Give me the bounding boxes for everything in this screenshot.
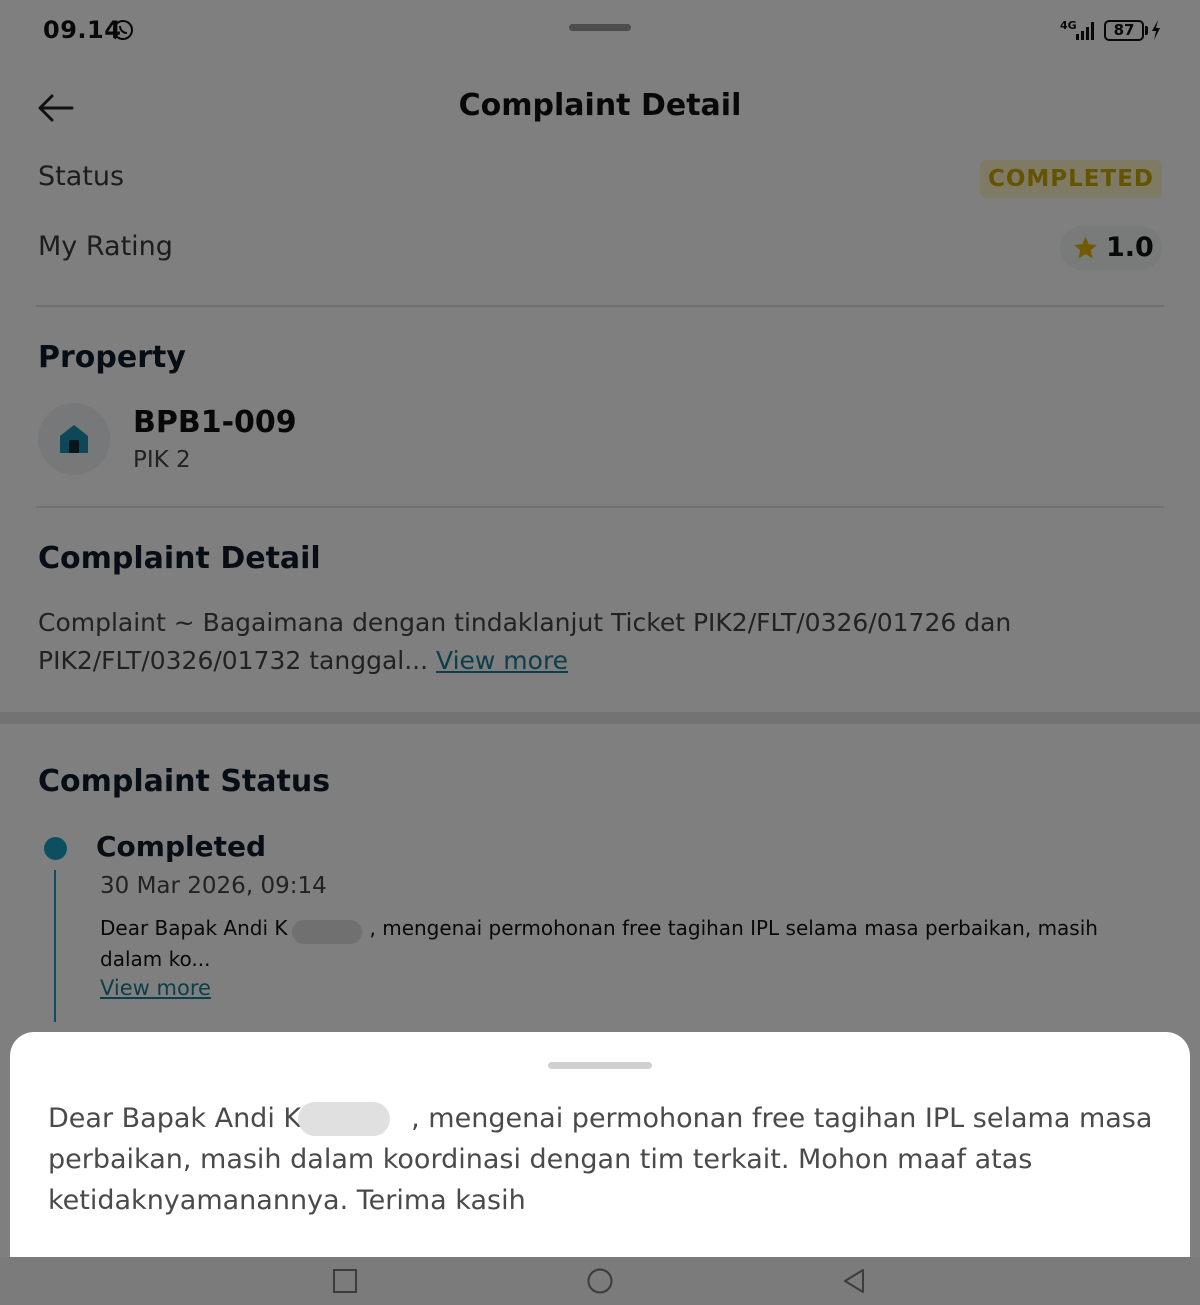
property-avatar [38,403,110,475]
status-label: Status [38,161,125,192]
status-bar: 09.14 4G 87 [0,0,1200,60]
timeline-message: Dear Bapak Andi K, mengenai permohonan f… [100,913,1140,975]
notch-pill [569,24,631,31]
view-more-link[interactable]: View more [436,646,568,675]
house-icon [60,425,88,453]
complaint-status-section-title: Complaint Status [38,764,331,799]
timeline-line [54,870,56,1022]
timeline-dot [44,837,67,860]
bottom-sheet: Dear Bapak Andi K, mengenai permohonan f… [10,1032,1190,1262]
rating-label: My Rating [38,231,173,262]
back-nav-icon[interactable] [842,1268,868,1294]
sheet-message: Dear Bapak Andi K, mengenai permohonan f… [48,1098,1158,1221]
status-time: 09.14 [43,16,122,44]
battery-tip [1145,26,1148,35]
system-nav-bar [0,1257,1200,1305]
battery-icon: 87 [1104,20,1144,41]
timeline-date: 30 Mar 2026, 09:14 [100,873,327,899]
timeline-message-start: Dear Bapak Andi K [100,916,288,940]
divider [36,305,1164,307]
whatsapp-icon [113,20,133,40]
complaint-detail-section-title: Complaint Detail [38,541,321,576]
complaint-detail-screen: 09.14 4G 87 Complaint Detail Status COMP… [0,0,1200,1305]
redaction-blob [298,1102,390,1136]
charging-icon [1152,20,1160,40]
section-separator [0,712,1200,724]
divider [36,506,1164,508]
sheet-message-start: Dear Bapak Andi K [48,1103,302,1134]
sheet-drag-handle[interactable] [548,1062,652,1069]
property-section-title: Property [38,340,186,375]
complaint-detail-text: Complaint ~ Bagaimana dengan tindaklanju… [38,604,1162,680]
signal-icon [1076,22,1094,40]
rating-value: 1.0 [1106,232,1154,263]
timeline-status-title: Completed [96,830,267,863]
status-badge: COMPLETED [980,160,1162,198]
star-icon [1074,236,1097,259]
page-title: Complaint Detail [458,88,742,123]
property-code: BPB1-009 [133,405,297,440]
timeline-view-more-link[interactable]: View more [100,976,211,1000]
rating-pill: 1.0 [1060,226,1162,270]
home-icon[interactable] [587,1268,613,1294]
recent-apps-icon[interactable] [332,1268,358,1294]
property-area: PIK 2 [133,447,191,473]
redaction-blob [292,920,362,944]
